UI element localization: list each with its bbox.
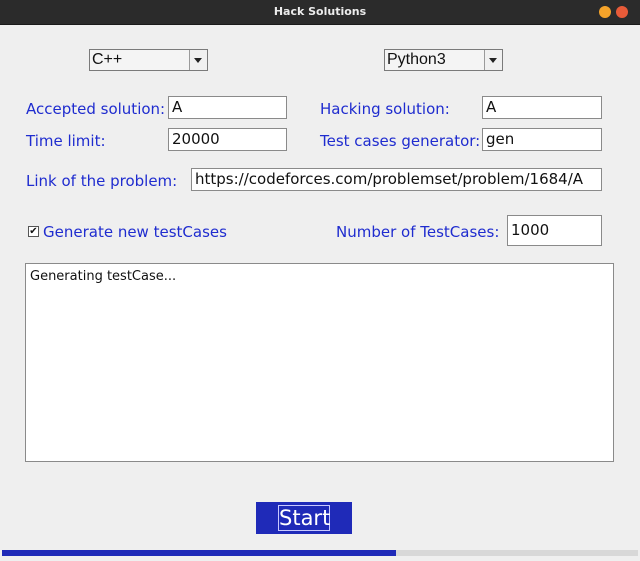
close-icon[interactable] <box>616 6 628 18</box>
accepted-solution-input[interactable]: A <box>168 96 287 119</box>
start-button-label: Start <box>278 505 331 531</box>
start-button[interactable]: Start <box>256 502 352 534</box>
minimize-icon[interactable] <box>599 6 611 18</box>
progress-bar <box>2 550 638 556</box>
number-testcases-input[interactable]: 1000 <box>507 215 602 246</box>
progress-bar-fill <box>2 550 397 556</box>
problem-link-input[interactable]: https://codeforces.com/problemset/proble… <box>191 168 602 191</box>
window-title: Hack Solutions <box>273 5 367 18</box>
hacking-language-value: Python3 <box>387 51 446 68</box>
app-window: Hack Solutions C++ Python3 Accepted solu… <box>0 0 640 561</box>
test-generator-label: Test cases generator: <box>320 132 481 150</box>
hacking-solution-input[interactable]: A <box>482 96 602 119</box>
problem-link-label: Link of the problem: <box>26 172 178 190</box>
chevron-down-icon[interactable] <box>484 50 502 70</box>
accepted-solution-label: Accepted solution: <box>26 100 166 118</box>
test-generator-input[interactable]: gen <box>482 128 602 151</box>
hacking-solution-label: Hacking solution: <box>320 100 450 118</box>
accepted-language-select[interactable]: C++ <box>89 49 208 71</box>
time-limit-label: Time limit: <box>26 132 106 150</box>
output-log-text: Generating testCase... <box>30 269 177 284</box>
generate-testcases-checkbox[interactable]: ✔ <box>28 226 39 237</box>
generate-testcases-label: Generate new testCases <box>43 223 227 241</box>
number-testcases-label: Number of TestCases: <box>336 223 500 241</box>
time-limit-input[interactable]: 20000 <box>168 128 287 151</box>
title-bar[interactable]: Hack Solutions <box>0 0 640 25</box>
check-icon: ✔ <box>29 226 38 237</box>
hacking-language-select[interactable]: Python3 <box>384 49 503 71</box>
chevron-down-icon[interactable] <box>189 50 207 70</box>
output-log[interactable]: Generating testCase... <box>25 263 614 462</box>
accepted-language-value: C++ <box>92 51 123 68</box>
